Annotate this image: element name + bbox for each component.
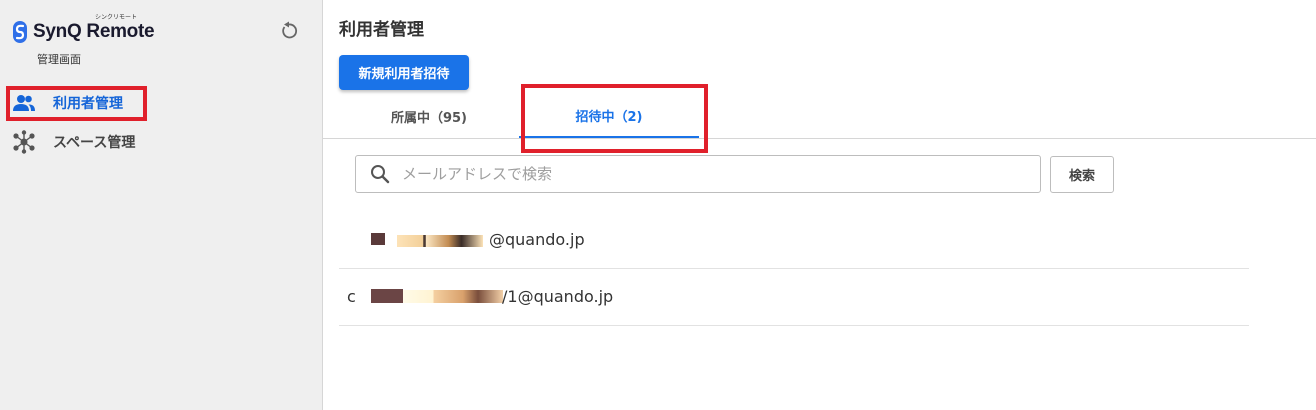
sidebar-item-label: スペース管理 (53, 135, 136, 151)
tab-invited[interactable]: 招待中（2) (519, 95, 699, 138)
main-content: 利用者管理 新規利用者招待 所属中（95) 招待中（2) 検索 @quando.… (323, 0, 1316, 410)
list-item[interactable]: c /1@quando.jp (339, 268, 1249, 326)
synq-logo-icon (13, 21, 27, 43)
redacted-text (397, 235, 483, 247)
email-text: @quando.jp (489, 230, 585, 249)
hub-icon (12, 130, 36, 154)
page-title: 利用者管理 (339, 20, 424, 40)
app-logo[interactable]: SynQ Remote シンクリモート (11, 14, 155, 44)
sidebar: SynQ Remote シンクリモート 管理画面 利用者管理 スペース管理 (0, 0, 323, 410)
email-text: /1@quando.jp (502, 287, 614, 306)
redacted-text (371, 233, 385, 245)
logo-text: SynQ Remote (33, 21, 155, 42)
sidebar-item-label: 利用者管理 (53, 96, 123, 112)
sidebar-item-users[interactable]: 利用者管理 (12, 88, 123, 118)
redacted-text (403, 290, 503, 303)
admin-label: 管理画面 (37, 53, 81, 66)
invite-user-button[interactable]: 新規利用者招待 (339, 55, 469, 90)
logo-ruby: シンクリモート (95, 14, 138, 21)
search-button[interactable]: 検索 (1050, 156, 1114, 193)
search-input[interactable] (400, 164, 1004, 184)
search-icon (371, 165, 390, 184)
reload-icon[interactable] (279, 21, 299, 41)
tab-members[interactable]: 所属中（95) (339, 95, 519, 137)
tab-bar: 所属中（95) 招待中（2) (323, 95, 1316, 139)
redacted-text (371, 289, 403, 303)
email-prefix: c (347, 287, 356, 306)
users-icon (12, 91, 36, 115)
sidebar-item-spaces[interactable]: スペース管理 (12, 127, 135, 157)
list-item[interactable]: @quando.jp (339, 211, 1249, 269)
search-field[interactable] (355, 155, 1041, 193)
